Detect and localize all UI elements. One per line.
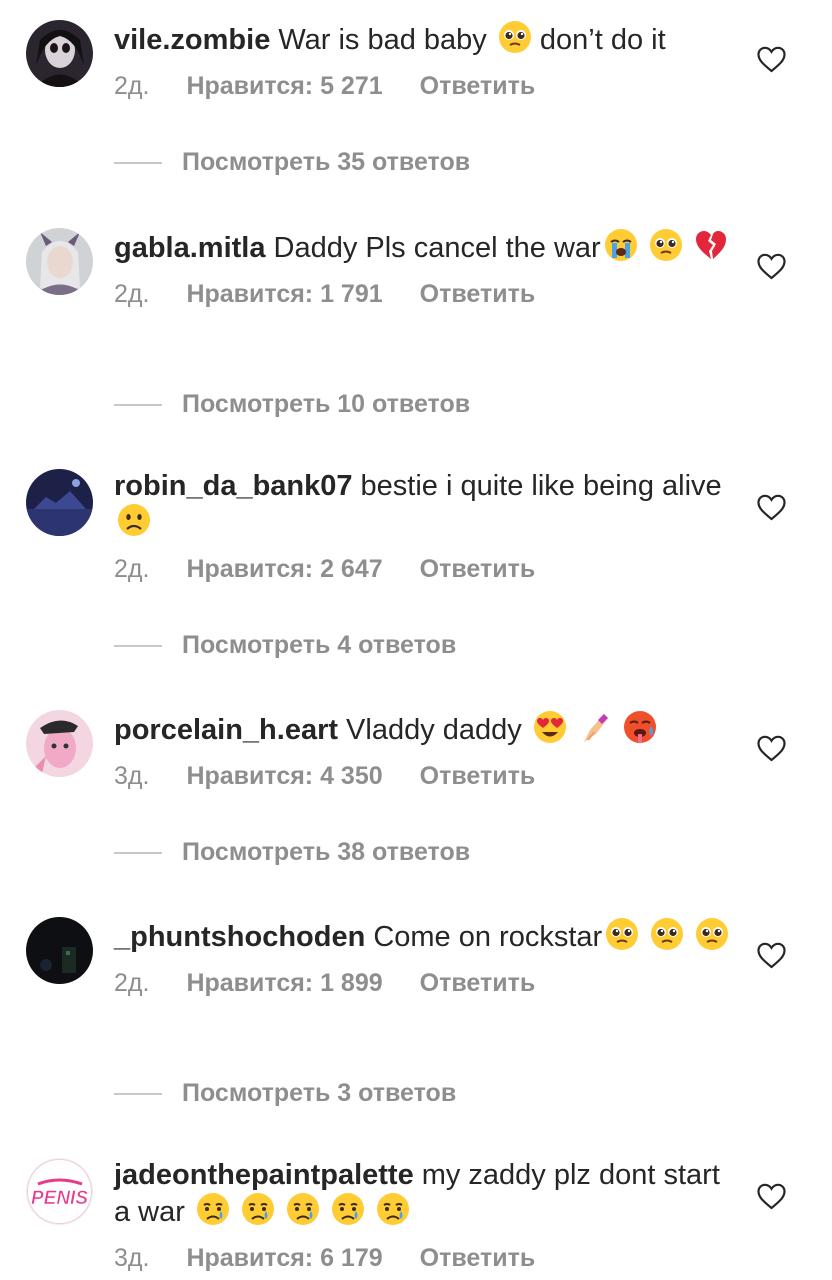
view-replies-label: Посмотреть 38 ответов <box>182 838 471 866</box>
avatar[interactable] <box>26 469 93 536</box>
comment-text-line: jadeonthepaintpalette my zaddy plz dont s… <box>114 1158 742 1229</box>
replies-divider <box>114 161 162 164</box>
broken-heart-icon <box>694 228 728 262</box>
comment-text: Vladdy daddy <box>346 714 522 746</box>
comment-time: 3д. <box>114 762 150 790</box>
view-replies-button[interactable]: Посмотреть 3 ответов <box>114 1079 456 1108</box>
username[interactable]: _phuntshochoden <box>114 921 365 953</box>
comment-body: gabla.mitla Daddy Pls cancel the war 2д. … <box>114 228 742 309</box>
comment-body: jadeonthepaintpalette my zaddy plz dont s… <box>114 1158 742 1273</box>
username[interactable]: jadeonthepaintpalette <box>114 1159 414 1191</box>
reply-button[interactable]: Ответить <box>420 968 536 998</box>
nail-polish-icon <box>578 710 612 744</box>
comment-text-line: _phuntshochoden Come on rockstar <box>114 917 742 954</box>
pleading-face-icon <box>650 917 684 951</box>
crying-face-icon <box>376 1192 410 1226</box>
view-replies-button[interactable]: Посмотреть 4 ответов <box>114 631 456 660</box>
comment-meta: 2д. Нравится: 1 791 Ответить <box>114 279 742 309</box>
pleading-face-icon <box>498 20 532 54</box>
comment-meta: 2д. Нравится: 1 899 Ответить <box>114 968 742 998</box>
comment-meta: 2д. Нравится: 5 271 Ответить <box>114 71 742 101</box>
avatar-logo-text: PENIS <box>31 1188 88 1209</box>
avatar[interactable] <box>26 917 93 984</box>
replies-divider <box>114 644 162 647</box>
pleading-face-icon <box>695 917 729 951</box>
heart-icon[interactable] <box>757 46 786 73</box>
reply-button[interactable]: Ответить <box>420 554 536 584</box>
comment-body: _phuntshochoden Come on rockstar 2д. Нрав… <box>114 917 742 998</box>
view-replies-button[interactable]: Посмотреть 10 ответов <box>114 390 470 419</box>
view-replies-button[interactable]: Посмотреть 35 ответов <box>114 148 470 177</box>
username[interactable]: gabla.mitla <box>114 232 266 264</box>
like-count[interactable]: Нравится: 2 647 <box>186 554 382 584</box>
username[interactable]: robin_da_bank07 <box>114 470 353 502</box>
reply-button[interactable]: Ответить <box>420 71 536 101</box>
crying-face-icon <box>331 1192 365 1226</box>
comment-meta: 3д. Нравится: 6 179 Ответить <box>114 1243 742 1273</box>
comment-body: robin_da_bank07 bestie i quite like being… <box>114 469 742 584</box>
heart-icon[interactable] <box>757 735 786 762</box>
comment-body: vile.zombie War is bad baby don’t do it 2… <box>114 20 742 101</box>
avatar[interactable]: PENIS <box>26 1158 93 1225</box>
comment-time: 2д. <box>114 969 150 997</box>
pleading-face-icon <box>649 228 683 262</box>
like-count[interactable]: Нравится: 1 791 <box>186 279 382 309</box>
view-replies-label: Посмотреть 10 ответов <box>182 390 471 418</box>
replies-divider <box>114 403 162 406</box>
heart-icon[interactable] <box>757 1183 786 1210</box>
crying-face-icon <box>196 1192 230 1226</box>
comment-text-line: robin_da_bank07 bestie i quite like being… <box>114 469 742 540</box>
comment-meta: 3д. Нравится: 4 350 Ответить <box>114 761 742 791</box>
comment-text: Daddy Pls cancel the war <box>273 232 601 264</box>
comment-text: War is bad baby <box>278 24 487 56</box>
heart-icon[interactable] <box>757 253 786 280</box>
view-replies-button[interactable]: Посмотреть 38 ответов <box>114 838 470 867</box>
avatar[interactable] <box>26 710 93 777</box>
like-count[interactable]: Нравится: 4 350 <box>186 761 382 791</box>
heart-eyes-face-icon <box>533 710 567 744</box>
view-replies-label: Посмотреть 4 ответов <box>182 631 457 659</box>
username[interactable]: vile.zombie <box>114 24 270 56</box>
hot-face-icon <box>623 710 657 744</box>
username[interactable]: porcelain_h.eart <box>114 714 338 746</box>
comment-text-line: vile.zombie War is bad baby don’t do it <box>114 20 742 57</box>
heart-icon[interactable] <box>757 494 786 521</box>
heart-icon[interactable] <box>757 942 786 969</box>
replies-divider <box>114 851 162 854</box>
comment-time: 3д. <box>114 1244 150 1272</box>
comment-time: 2д. <box>114 555 150 583</box>
replies-divider <box>114 1092 162 1095</box>
reply-button[interactable]: Ответить <box>420 1243 536 1273</box>
like-count[interactable]: Нравится: 1 899 <box>186 968 382 998</box>
comment-text-after: don’t do it <box>539 24 666 56</box>
comment-text-line: porcelain_h.eart Vladdy daddy <box>114 710 742 747</box>
crying-face-icon <box>286 1192 320 1226</box>
comment-meta: 2д. Нравится: 2 647 Ответить <box>114 554 742 584</box>
crying-face-icon <box>241 1192 275 1226</box>
like-count[interactable]: Нравится: 6 179 <box>186 1243 382 1273</box>
view-replies-label: Посмотреть 35 ответов <box>182 148 471 176</box>
loudly-crying-face-icon <box>604 228 638 262</box>
comment-time: 2д. <box>114 280 150 308</box>
reply-button[interactable]: Ответить <box>420 761 536 791</box>
avatar[interactable] <box>26 20 93 87</box>
like-count[interactable]: Нравится: 5 271 <box>186 71 382 101</box>
comment-body: porcelain_h.eart Vladdy daddy 3д. Нравитс… <box>114 710 742 791</box>
comment-time: 2д. <box>114 72 150 100</box>
pleading-face-icon <box>605 917 639 951</box>
reply-button[interactable]: Ответить <box>420 279 536 309</box>
view-replies-label: Посмотреть 3 ответов <box>182 1079 457 1107</box>
comment-text: Come on rockstar <box>373 921 603 953</box>
frowning-face-icon <box>117 503 151 537</box>
comment-text: bestie i quite like being alive <box>360 470 722 502</box>
comment-text-line: gabla.mitla Daddy Pls cancel the war <box>114 228 742 265</box>
avatar[interactable] <box>26 228 93 295</box>
